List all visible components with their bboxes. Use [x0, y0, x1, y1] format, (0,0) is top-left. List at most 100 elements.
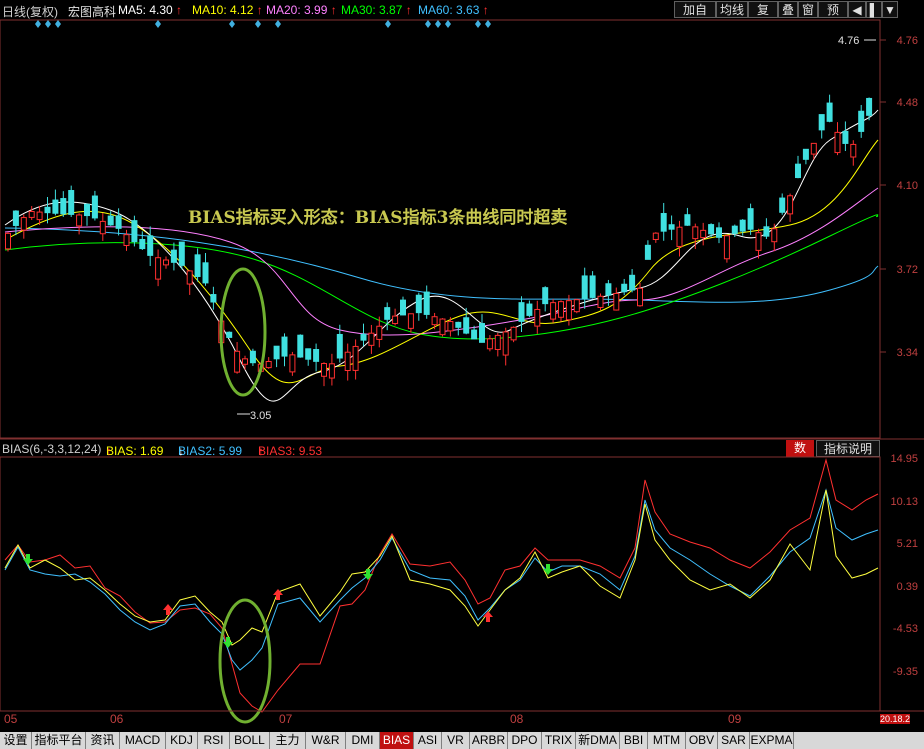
price-tick-410: 4.10 — [896, 180, 918, 192]
tab-boll[interactable]: BOLL — [230, 732, 270, 749]
candle-body — [313, 349, 320, 362]
candle-body — [28, 211, 35, 218]
candle-body — [194, 254, 201, 277]
candle-body — [858, 110, 865, 132]
candle-body — [107, 215, 114, 226]
bias-tick-1495: 14.95 — [890, 453, 918, 465]
tab-dpo[interactable]: DPO — [508, 732, 542, 749]
candle-body — [708, 224, 715, 235]
candle-body — [407, 313, 414, 329]
tab-macd[interactable]: MACD — [120, 732, 166, 749]
candle-body — [273, 345, 280, 360]
candle-body — [581, 275, 588, 300]
tab-bbi[interactable]: BBI — [620, 732, 648, 749]
candle-body — [336, 333, 343, 359]
candle-body — [558, 301, 564, 318]
candle-body — [384, 307, 391, 320]
candle-body — [834, 131, 841, 154]
tab-dmi[interactable]: DMI — [346, 732, 380, 749]
candle-body — [210, 294, 217, 303]
candle-body — [20, 217, 27, 231]
data-button[interactable]: 数 — [786, 440, 814, 457]
candle-body — [565, 300, 572, 321]
candle-body — [731, 225, 738, 234]
month-07: 07 — [279, 712, 293, 726]
sell-arrow-icon — [363, 569, 373, 580]
candle-body — [305, 348, 312, 360]
candle-body — [842, 130, 849, 144]
buy-arrow-icon — [483, 611, 493, 622]
bias-oversold-highlight — [218, 598, 272, 724]
candle-body — [170, 249, 177, 263]
bias-tick-453: -4.53 — [892, 623, 918, 635]
tab-[interactable]: 资讯 — [86, 732, 120, 749]
candle-body — [68, 190, 75, 215]
candle-body — [431, 316, 438, 326]
tab-asi[interactable]: ASI — [414, 732, 442, 749]
candle-body — [463, 317, 470, 334]
tab-bias[interactable]: BIAS — [380, 732, 414, 749]
buy-arrow-icon — [273, 589, 283, 600]
tab-vr[interactable]: VR — [442, 732, 470, 749]
candle-body — [826, 102, 833, 122]
tab-wr[interactable]: W&R — [306, 732, 346, 749]
price-tick-448: 4.48 — [896, 97, 918, 109]
tab-[interactable]: 指标平台 — [32, 732, 86, 749]
candle-body — [684, 214, 691, 226]
bias3-line — [4, 458, 879, 713]
candle-body — [123, 234, 130, 246]
price-tick-334: 3.34 — [896, 347, 918, 359]
month-06: 06 — [110, 712, 124, 726]
tab-dma[interactable]: 新DMA — [576, 732, 620, 749]
candle-body — [850, 143, 857, 158]
tab-obv[interactable]: OBV — [686, 732, 718, 749]
candle-body — [866, 97, 873, 116]
candle-body — [344, 351, 351, 372]
buy-arrow-icon — [163, 604, 173, 615]
candle-body — [242, 358, 248, 365]
bias-tick-521: 5.21 — [896, 538, 918, 550]
tab-rsi[interactable]: RSI — [198, 732, 230, 749]
candle-body — [716, 227, 722, 238]
tab-arbr[interactable]: ARBR — [470, 732, 508, 749]
candle-body — [534, 308, 541, 327]
candle-body — [328, 363, 335, 379]
candle-body — [471, 329, 478, 340]
candle-body — [692, 226, 699, 240]
candle-body — [249, 350, 256, 364]
candle-body — [76, 214, 83, 227]
candle-body — [455, 321, 462, 328]
candle-body — [163, 259, 169, 266]
candle-body — [415, 294, 422, 314]
bias-buy-annotation: BIAS指标买入形态：BIAS指标3条曲线同时超卖 — [188, 208, 568, 228]
tab-mtm[interactable]: MTM — [648, 732, 686, 749]
indicator-help-button[interactable]: 指标说明 — [816, 440, 880, 457]
tab-[interactable]: 主力 — [270, 732, 306, 749]
candle-body — [787, 195, 794, 215]
high-price-label: 4.76 — [838, 35, 859, 47]
candle-body — [84, 203, 90, 217]
candle-body — [589, 275, 596, 298]
corner-value: 20.18.2 — [880, 714, 911, 724]
candle-body — [392, 315, 399, 325]
candle-body — [321, 363, 327, 377]
indicator-name[interactable]: BIAS(6,-3,3,12,24) — [2, 442, 101, 456]
candle-body — [810, 142, 817, 155]
candle-body — [99, 220, 106, 235]
sell-arrow-icon — [543, 564, 553, 575]
tab-expma[interactable]: EXPMA — [750, 732, 794, 749]
candle-body — [597, 295, 604, 308]
candle-body — [518, 302, 525, 322]
candle-body — [60, 198, 67, 215]
tab-trix[interactable]: TRIX — [542, 732, 576, 749]
candle-body — [352, 345, 359, 371]
bias-tick-935: -9.35 — [892, 666, 918, 678]
candle-body — [621, 283, 628, 293]
tab-[interactable]: 设置 — [0, 732, 32, 749]
candle-body — [400, 299, 406, 316]
tab-kdj[interactable]: KDJ — [166, 732, 198, 749]
candle-body — [439, 318, 446, 336]
tab-sar[interactable]: SAR — [718, 732, 750, 749]
low-price-label: 3.05 — [250, 410, 271, 422]
candle-body — [637, 287, 643, 307]
